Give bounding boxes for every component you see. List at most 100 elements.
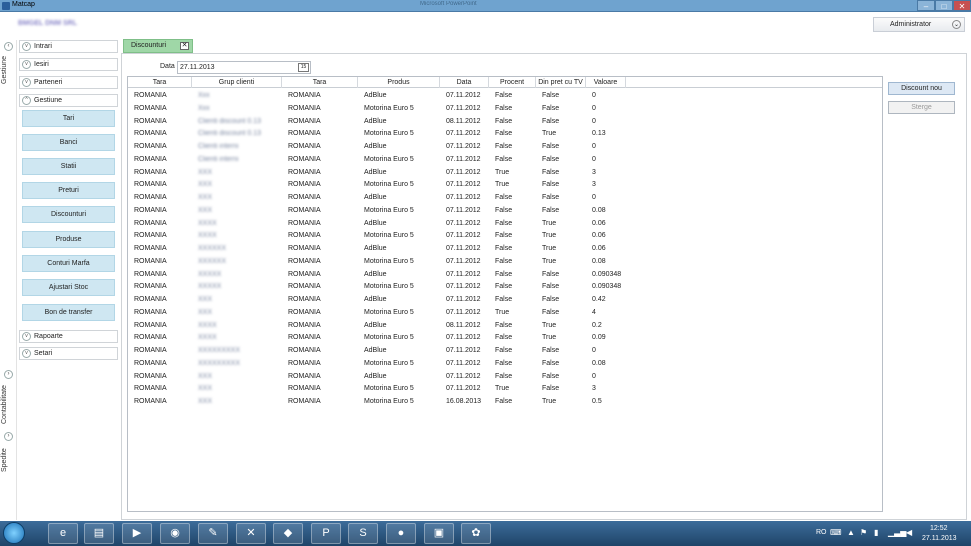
table-row[interactable]: ROMANIA XXXX ROMANIA AdBlue 07.11.2012 False T…	[128, 218, 882, 231]
maximize-button[interactable]: □	[935, 0, 953, 11]
collapse-left-icon[interactable]: ‹	[4, 42, 13, 51]
explorer-folder-icon[interactable]: ▤	[84, 523, 114, 544]
show-hidden-icons-icon[interactable]: ▲	[847, 528, 855, 537]
visual-studio-icon[interactable]: ◆	[273, 523, 303, 544]
internet-explorer-icon[interactable]: e	[48, 523, 78, 544]
table-cell: False	[495, 283, 513, 291]
firefox-icon[interactable]: ●	[386, 523, 416, 544]
keyboard-icon[interactable]: ⌨	[830, 528, 842, 537]
table-cell: Motorina Euro 5	[364, 257, 414, 265]
table-row[interactable]: ROMANIA Clienti interni ROMANIA Motorina Eu…	[128, 154, 882, 167]
table-cell: ROMANIA	[288, 181, 321, 189]
column-header[interactable]: Tara	[282, 77, 358, 88]
column-header[interactable]: Tara	[128, 77, 192, 88]
new-discount-button[interactable]: Discount nou	[888, 82, 955, 95]
clock-date[interactable]: 27.11.2013	[922, 535, 957, 542]
nav-group-parteneri[interactable]: v Parteneri	[19, 76, 118, 89]
nav-group-setari[interactable]: v Setari	[19, 347, 118, 360]
table-row[interactable]: ROMANIA XXX ROMANIA Motorina Euro 5 07.11.20…	[128, 179, 882, 192]
table-row[interactable]: ROMANIA XXXX ROMANIA Motorina Euro 5 07.11.2…	[128, 332, 882, 345]
module-spedite[interactable]: Spedite	[1, 448, 8, 472]
table-cell: 07.11.2012	[446, 155, 481, 163]
clock-time[interactable]: 12:52	[930, 525, 948, 532]
close-tab-icon[interactable]: ✕	[180, 42, 189, 50]
nav-item-statii[interactable]: Statii	[22, 158, 115, 175]
nav-item-ajustari-stoc[interactable]: Ajustari Stoc	[22, 279, 115, 296]
paint-icon[interactable]: ✎	[198, 523, 228, 544]
table-cell: ROMANIA	[288, 283, 321, 291]
table-row[interactable]: ROMANIA Clienti discount 0.13 ROMANIA AdBlu…	[128, 116, 882, 129]
nav-item-tari[interactable]: Tari	[22, 110, 115, 127]
skype-icon[interactable]: S	[348, 523, 378, 544]
nav-group-gestiune[interactable]: ^ Gestiune	[19, 94, 118, 107]
table-cell: ROMANIA	[288, 296, 321, 303]
minimize-button[interactable]: –	[917, 0, 935, 11]
date-filter-input[interactable]: 27.11.2013 15	[177, 61, 311, 74]
table-row[interactable]: ROMANIA XXX ROMANIA AdBlue 07.11.2012 False Fa…	[128, 371, 882, 384]
table-row[interactable]: ROMANIA Clienti discount 0.13 ROMANIA Motor…	[128, 128, 882, 141]
calendar-icon[interactable]: 15	[298, 63, 309, 72]
close-button[interactable]: ✕	[953, 0, 971, 11]
table-row[interactable]: ROMANIA XXX ROMANIA Motorina Euro 5 16.08.20…	[128, 396, 882, 409]
nav-item-banci[interactable]: Banci	[22, 134, 115, 151]
nav-item-bon-de-transfer[interactable]: Bon de transfer	[22, 304, 115, 321]
table-cell: True	[542, 219, 557, 227]
flag-icon[interactable]: ⚑	[860, 528, 867, 537]
column-header[interactable]: Din pret cu TV	[536, 77, 586, 88]
chevron-down-icon[interactable]: ⌄	[952, 20, 961, 29]
nav-group-intrari[interactable]: v Intrari	[19, 40, 118, 53]
expand-contabilitate-icon[interactable]: ›	[4, 370, 13, 379]
column-header[interactable]: Procent	[489, 77, 536, 88]
expand-spedite-icon[interactable]: ›	[4, 432, 13, 441]
table-row[interactable]: ROMANIA XXX ROMANIA Motorina Euro 5 07.11.20…	[128, 205, 882, 218]
start-button[interactable]	[3, 522, 25, 544]
app-window-icon[interactable]: ▣	[424, 523, 454, 544]
column-header[interactable]: Grup clienti	[192, 77, 282, 88]
table-row[interactable]: ROMANIA XXX ROMANIA AdBlue 07.11.2012 True Fal…	[128, 167, 882, 180]
tab-discounturi[interactable]: Discounturi ✕	[123, 39, 193, 53]
system-tray: RO ⌨ ▲ ⚑ ▮ ▁▃▅ ◀ 12:52 27.11.2013	[810, 521, 971, 546]
media-player-icon[interactable]: ▶	[122, 523, 152, 544]
table-row[interactable]: ROMANIA XXX ROMANIA Motorina Euro 5 07.11.20…	[128, 383, 882, 396]
nav-item-discounturi[interactable]: Discounturi	[22, 206, 115, 223]
module-gestiune[interactable]: Gestiune	[1, 56, 8, 84]
nav-item-preturi[interactable]: Preturi	[22, 182, 115, 199]
delete-button[interactable]: Sterge	[888, 101, 955, 114]
table-row[interactable]: ROMANIA XXXXXXXXX ROMANIA AdBlue 07.11.2012 F…	[128, 345, 882, 358]
power-icon[interactable]: ▮	[874, 528, 878, 537]
table-row[interactable]: ROMANIA XXXXXXXXX ROMANIA Motorina Euro 5 07…	[128, 358, 882, 371]
chrome-icon[interactable]: ◉	[160, 523, 190, 544]
user-menu[interactable]: Administrator ⌄	[873, 17, 965, 32]
nav-item-produse[interactable]: Produse	[22, 231, 115, 248]
module-contabilitate[interactable]: Contabilitate	[1, 385, 8, 424]
table-row[interactable]: ROMANIA Xxx ROMANIA AdBlue 07.11.2012 False Fa…	[128, 90, 882, 103]
nav-item-conturi-marfa[interactable]: Conturi Marfa	[22, 255, 115, 272]
table-row[interactable]: ROMANIA Clienti interni ROMANIA AdBlue 07.11…	[128, 141, 882, 154]
table-row[interactable]: ROMANIA XXX ROMANIA AdBlue 07.11.2012 False Fa…	[128, 192, 882, 205]
network-icon[interactable]: ▁▃▅	[888, 528, 906, 537]
table-cell: Motorina Euro 5	[364, 155, 414, 163]
table-row[interactable]: ROMANIA XXXXX ROMANIA Motorina Euro 5 07.11.…	[128, 281, 882, 294]
table-row[interactable]: ROMANIA XXXX ROMANIA AdBlue 08.11.2012 False T…	[128, 320, 882, 333]
table-row[interactable]: ROMANIA XXX ROMANIA Motorina Euro 5 07.11.20…	[128, 307, 882, 320]
table-cell: ROMANIA	[134, 296, 167, 303]
table-cell: 16.08.2013	[446, 398, 482, 405]
table-row[interactable]: ROMANIA XXX ROMANIA AdBlue 07.11.2012 False Fa…	[128, 294, 882, 307]
tools-icon[interactable]: ✕	[236, 523, 266, 544]
column-header[interactable]: Data	[440, 77, 489, 88]
column-header[interactable]: Valoare	[586, 77, 626, 88]
table-cell: False	[495, 232, 513, 240]
table-row[interactable]: ROMANIA XXXXX ROMANIA AdBlue 07.11.2012 False…	[128, 269, 882, 282]
powerpoint-icon[interactable]: P	[311, 523, 341, 544]
language-indicator[interactable]: RO	[816, 529, 827, 536]
column-header[interactable]: Produs	[358, 77, 440, 88]
volume-icon[interactable]: ◀	[906, 528, 912, 537]
table-row[interactable]: ROMANIA XXXX ROMANIA Motorina Euro 5 07.11.2…	[128, 230, 882, 243]
table-row[interactable]: ROMANIA Xxx ROMANIA Motorina Euro 5 07.11.20…	[128, 103, 882, 116]
table-row[interactable]: ROMANIA XXXXXX ROMANIA Motorina Euro 5 07.11…	[128, 256, 882, 269]
table-row[interactable]: ROMANIA XXXXXX ROMANIA AdBlue 07.11.2012 Fals…	[128, 243, 882, 256]
nav-group-iesiri[interactable]: v Iesiri	[19, 58, 118, 71]
paint-palette-icon[interactable]: ✿	[461, 523, 491, 544]
nav-group-rapoarte[interactable]: v Rapoarte	[19, 330, 118, 343]
table-cell: True	[495, 168, 510, 176]
